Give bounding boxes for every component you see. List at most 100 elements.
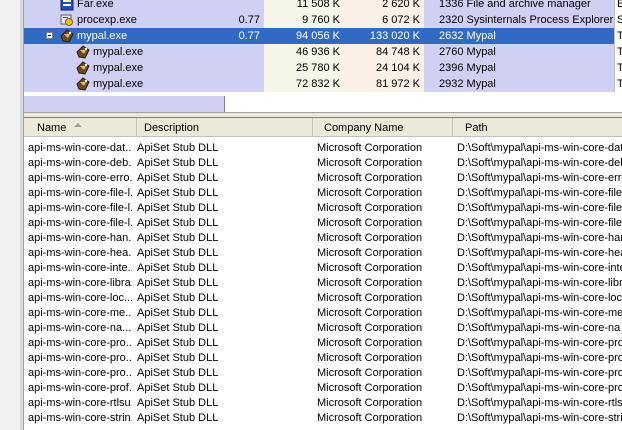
process-tree-empty-cell (24, 96, 224, 112)
process-working-set-cell: 24 104 K (344, 60, 424, 76)
dll-row[interactable]: api-ms-win-core-loc... ApiSet Stub DLL Mic… (24, 291, 622, 306)
process-row[interactable]: Far.exe 11 508 K 2 620 K 1336 File and arch… (24, 0, 622, 12)
dll-description: ApiSet Stub DLL (137, 202, 219, 214)
dll-row[interactable]: api-ms-win-core-strin... ApiSet Stub DLL M… (24, 411, 622, 426)
dll-name: api-ms-win-core-erro... (28, 172, 132, 184)
column-header-company[interactable]: Company Name (313, 118, 453, 136)
process-name-cell[interactable]: mypal.exe (24, 44, 224, 60)
dll-row[interactable]: api-ms-win-core-na... ApiSet Stub DLL Micr… (24, 321, 622, 336)
process-pid-description: 2396 Mypal (439, 62, 496, 74)
process-private-bytes-cell: 72 832 K (264, 76, 344, 92)
process-pid-description-cell: 1336 File and archive manager (424, 0, 614, 12)
dll-row[interactable]: api-ms-win-core-libra... ApiSet Stub DLL M… (24, 276, 622, 291)
dll-name: api-ms-win-core-dat... (28, 142, 132, 154)
process-tree-pane[interactable]: Far.exe 11 508 K 2 620 K 1336 File and arch… (24, 0, 622, 112)
dll-row[interactable]: api-ms-win-core-pro... ApiSet Stub DLL Mic… (24, 351, 622, 366)
window-left-border (0, 0, 24, 430)
process-working-set: 81 972 K (375, 78, 420, 90)
dll-path: D:\Soft\mypal\api-ms-win-core-strin (457, 412, 622, 424)
dll-description: ApiSet Stub DLL (137, 217, 219, 229)
dll-name: api-ms-win-core-prof... (28, 382, 132, 394)
dll-path: D:\Soft\mypal\api-ms-win-core-rtlsu (457, 397, 622, 409)
process-pid-description-cell: 2932 Mypal (424, 76, 614, 92)
dll-path: D:\Soft\mypal\api-ms-win-core-mer (457, 307, 622, 319)
process-row[interactable]: mypal.exe 0.77 94 056 K 133 020 K 2632 Mypal… (24, 28, 622, 44)
dll-path: D:\Soft\mypal\api-ms-win-core-dat (457, 142, 622, 154)
process-company-cell: E (614, 0, 622, 12)
process-name: mypal.exe (93, 62, 144, 74)
process-private-bytes-cell: 46 936 K (264, 44, 344, 60)
dll-row[interactable]: api-ms-win-core-erro... ApiSet Stub DLL Mi… (24, 171, 622, 186)
process-row[interactable]: mypal.exe 46 936 K 84 748 K 2760 Mypal T (24, 44, 622, 60)
process-private-bytes-cell: 25 780 K (264, 60, 344, 76)
dll-row[interactable]: api-ms-win-core-pro... ApiSet Stub DLL Mic… (24, 336, 622, 351)
dll-list-pane[interactable]: Name Description Company Name Path api-m… (24, 118, 622, 430)
process-row[interactable]: mypal.exe 25 780 K 24 104 K 2396 Mypal T (24, 60, 622, 76)
dll-row[interactable]: api-ms-win-core-hea... ApiSet Stub DLL Mic… (24, 246, 622, 261)
dll-path: D:\Soft\mypal\api-ms-win-core-proc (457, 352, 622, 364)
dll-path: D:\Soft\mypal\api-ms-win-core-erro (457, 172, 622, 184)
process-name-cell[interactable]: procexp.exe (24, 12, 224, 28)
process-row[interactable]: procexp.exe 0.77 9 760 K 6 072 K 2320 Sysint… (24, 12, 622, 28)
process-pid-description: 2932 Mypal (439, 78, 496, 90)
process-name: mypal.exe (93, 46, 144, 58)
process-cpu-cell (224, 0, 264, 12)
dll-name: api-ms-win-core-pro... (28, 367, 132, 379)
process-pid-description: 1336 File and archive manager (439, 0, 591, 10)
dll-row[interactable]: api-ms-win-core-file-l... ApiSet Stub DLL… (24, 186, 622, 201)
dll-description: ApiSet Stub DLL (137, 382, 219, 394)
dll-path: D:\Soft\mypal\api-ms-win-core-file- (457, 217, 622, 229)
dll-row[interactable]: api-ms-win-core-rtlsu... ApiSet Stub DLL M… (24, 396, 622, 411)
dll-row[interactable]: api-ms-win-core-deb... ApiSet Stub DLL Mic… (24, 156, 622, 171)
far-icon (60, 0, 74, 11)
dll-row[interactable]: api-ms-win-core-file-l... ApiSet Stub DLL… (24, 216, 622, 231)
dll-name: api-ms-win-core-loc... (28, 292, 132, 304)
process-name-cell[interactable]: mypal.exe (24, 28, 224, 44)
process-name-cell[interactable]: mypal.exe (24, 76, 224, 92)
dll-row[interactable]: api-ms-win-core-han... ApiSet Stub DLL Mic… (24, 231, 622, 246)
column-header-path[interactable]: Path (453, 118, 622, 136)
dll-description: ApiSet Stub DLL (137, 187, 219, 199)
process-working-set-cell: 2 620 K (344, 0, 424, 12)
process-private-bytes: 11 508 K (296, 0, 340, 10)
dll-company: Microsoft Corporation (317, 412, 423, 424)
dll-row[interactable]: api-ms-win-core-file-l... ApiSet Stub DLL… (24, 201, 622, 216)
dll-description: ApiSet Stub DLL (137, 412, 219, 424)
column-header-name[interactable]: Name (24, 118, 137, 136)
dll-row[interactable]: api-ms-win-core-inte... ApiSet Stub DLL Mi… (24, 261, 622, 276)
column-header-name-label: Name (37, 122, 67, 134)
dll-company: Microsoft Corporation (317, 337, 423, 349)
dll-name: api-ms-win-core-libra... (28, 277, 132, 289)
sort-ascending-icon (74, 123, 82, 127)
dll-row[interactable]: api-ms-win-core-me... ApiSet Stub DLL Micr… (24, 306, 622, 321)
dll-company: Microsoft Corporation (317, 277, 423, 289)
dll-row[interactable]: api-ms-win-core-prof... ApiSet Stub DLL Mi… (24, 381, 622, 396)
process-private-bytes: 46 936 K (295, 46, 340, 58)
dll-path: D:\Soft\mypal\api-ms-win-core-deb (457, 157, 622, 169)
process-name-cell[interactable]: Far.exe (24, 0, 224, 12)
process-working-set: 133 020 K (369, 30, 420, 42)
dll-path: D:\Soft\mypal\api-ms-win-core-prof (457, 382, 622, 394)
dll-name: api-ms-win-core-strin... (28, 412, 132, 424)
process-private-bytes-cell: 11 508 K (264, 0, 344, 12)
process-pid-description: 2320 Sysinternals Process Explorer (439, 14, 614, 26)
dll-row[interactable]: api-ms-win-core-dat... ApiSet Stub DLL Mic… (24, 141, 622, 156)
process-company: T (617, 62, 622, 74)
tree-collapse-icon[interactable] (46, 32, 53, 39)
dll-description: ApiSet Stub DLL (137, 397, 219, 409)
process-tree-column-divider (224, 96, 225, 112)
process-cpu-cell: 0.77 (224, 12, 264, 28)
column-header-description[interactable]: Description (137, 118, 313, 136)
dll-name: api-ms-win-core-deb... (28, 157, 132, 169)
process-private-bytes: 72 832 K (295, 78, 340, 90)
process-working-set: 2 620 K (382, 0, 420, 10)
process-row[interactable]: mypal.exe 72 832 K 81 972 K 2932 Mypal T (24, 76, 622, 92)
process-working-set: 24 104 K (375, 62, 420, 74)
dll-path: D:\Soft\mypal\api-ms-win-core-na (457, 322, 621, 334)
dll-row[interactable]: api-ms-win-core-pro... ApiSet Stub DLL Mic… (24, 366, 622, 381)
process-working-set-cell: 81 972 K (344, 76, 424, 92)
process-name-cell[interactable]: mypal.exe (24, 60, 224, 76)
dll-description: ApiSet Stub DLL (137, 292, 219, 304)
process-company: T (617, 78, 622, 90)
process-pid-description-cell: 2760 Mypal (424, 44, 614, 60)
